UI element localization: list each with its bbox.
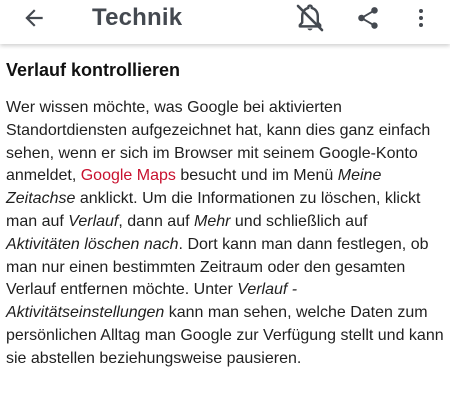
google-maps-link[interactable]: Google Maps — [81, 167, 176, 184]
more-vertical-icon — [419, 9, 423, 27]
bell-off-icon — [296, 4, 324, 32]
paragraph-text: und schließlich auf — [230, 212, 368, 230]
share-button[interactable] — [350, 0, 386, 36]
app-bar: Technik — [0, 0, 450, 44]
back-button[interactable] — [18, 0, 50, 36]
page-title: Technik — [92, 4, 183, 31]
more-options-button[interactable] — [406, 0, 436, 36]
article-heading: Verlauf kontrollieren — [6, 60, 181, 80]
emphasis-aktivitaeten-loeschen: Aktivitäten löschen nach — [6, 235, 179, 253]
share-icon — [358, 7, 378, 29]
notifications-toggle-button[interactable] — [288, 0, 332, 36]
paragraph-text: , dann auf — [118, 212, 194, 230]
article-paragraph: Wer wissen möchte, was Google bei aktivi… — [6, 97, 444, 371]
arrow-back-icon — [25, 9, 43, 27]
paragraph-text: besucht und im Menü — [175, 167, 338, 185]
article-content: Verlauf kontrollieren Wer wissen möchte,… — [6, 60, 444, 371]
emphasis-mehr: Mehr — [194, 212, 231, 230]
emphasis-verlauf: Verlauf — [68, 212, 119, 230]
